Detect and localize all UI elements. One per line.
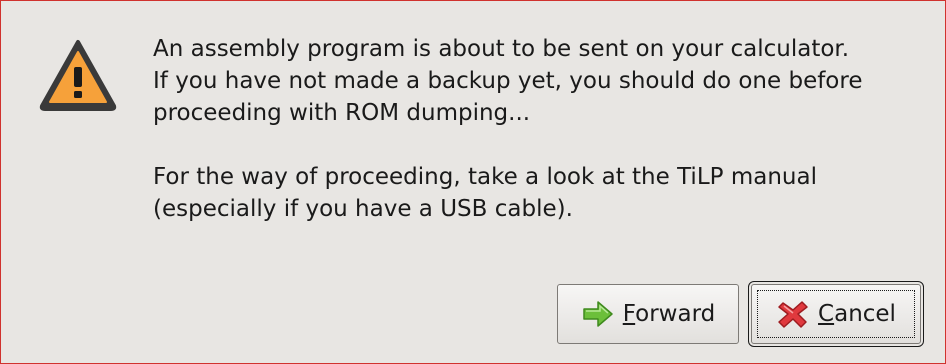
message-line: (especially if you have a USB cable).	[153, 196, 573, 222]
cancel-x-icon	[778, 301, 808, 328]
message-line: For the way of proceeding, take a look a…	[153, 164, 817, 190]
cancel-button[interactable]: Cancel	[748, 281, 924, 347]
message-dialog: An assembly program is about to be sent …	[0, 0, 946, 364]
warning-icon	[39, 40, 117, 111]
message-line: If you have not made a backup yet, you s…	[153, 68, 863, 94]
dialog-message: An assembly program is about to be sent …	[153, 33, 943, 225]
forward-button-label: Forward	[622, 301, 716, 327]
cancel-button-label: Cancel	[818, 301, 896, 327]
message-line: proceeding with ROM dumping...	[153, 100, 531, 126]
forward-button[interactable]: Forward	[557, 284, 739, 344]
forward-arrow-icon	[582, 301, 613, 327]
message-line: An assembly program is about to be sent …	[153, 36, 850, 62]
